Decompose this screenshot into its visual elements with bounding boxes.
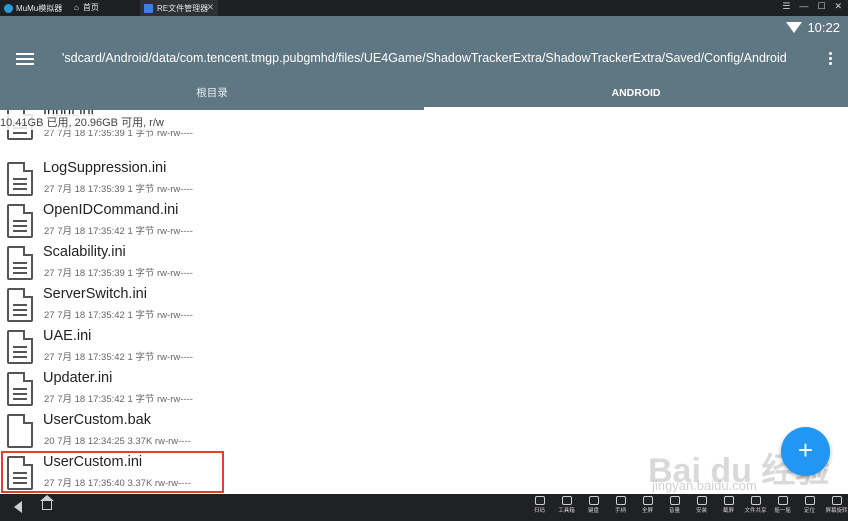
emulator-app-tab[interactable]: RE文件管理器 ✕ [140,0,218,16]
file-meta: 27 7月 18 17:35:42 1 字节 rw-rw---- [44,394,193,405]
toolbox-icon [561,496,572,505]
file-meta: 27 7月 18 17:35:42 1 字节 rw-rw---- [44,310,193,321]
file-name: LogSuppression.ini [43,160,167,176]
text-file-icon [7,288,33,322]
mumu-logo-icon [4,4,13,13]
baidu-watermark-url: jingyan.baidu.com [652,478,757,493]
app-bar: 'sdcard/Android/data/com.tencent.tmgp.pu… [0,38,848,80]
emulator-menu-icon[interactable]: ☰ [782,1,790,12]
volume-icon [669,496,680,505]
screenshot-icon [723,496,734,505]
file-name: UserCustom.bak [43,412,151,428]
emulator-toolbar: 扫码 工具箱 键盘 手柄 全屏 音量 安装 截屏 文件共享 摇一摇 定位 屏幕旋… [526,496,848,514]
file-name: OpenIDCommand.ini [43,202,179,218]
shake-icon [777,496,788,505]
tab-root[interactable]: 根目录 [0,80,424,110]
android-status-bar: 10:22 [0,16,848,38]
file-name: UAE.ini [43,328,92,344]
keyboard-icon [588,496,599,505]
hamburger-menu-icon[interactable] [16,53,34,65]
tool-volume[interactable]: 音量 [661,496,688,514]
file-meta: 27 7月 18 17:35:39 1 字节 rw-rw---- [44,184,193,195]
status-time: 10:22 [807,20,840,35]
file-name: Scalability.ini [43,244,126,260]
emulator-home-tab[interactable]: ⌂ 首页 [74,2,99,13]
list-item[interactable]: OpenIDCommand.ini 27 7月 18 17:35:42 1 字节… [0,200,848,242]
storage-info: 10.41GB 已用, 20.96GB 可用, r/w [0,114,166,130]
tool-gamepad[interactable]: 手柄 [607,496,634,514]
tool-keyboard[interactable]: 键盘 [580,496,607,514]
tool-file-share[interactable]: 文件共享 [742,496,769,514]
emulator-brand-label: MuMu模拟器 [16,4,63,13]
re-file-manager-icon [144,3,153,13]
list-item[interactable]: Updater.ini 27 7月 18 17:35:42 1 字节 rw-rw… [0,368,848,410]
home-tab-label: 首页 [82,3,99,12]
list-item[interactable]: Scalability.ini 27 7月 18 17:35:39 1 字节 r… [0,242,848,284]
list-item[interactable]: LogSuppression.ini 27 7月 18 17:35:39 1 字… [0,158,848,200]
tool-rotate[interactable]: 屏幕旋转 [823,496,848,514]
scan-icon [534,496,545,505]
tool-fullscreen[interactable]: 全屏 [634,496,661,514]
file-meta: 27 7月 18 17:35:39 1 字节 rw-rw---- [44,268,193,279]
fullscreen-icon [642,496,653,505]
home-nav-icon[interactable] [40,495,54,510]
tool-toolbox[interactable]: 工具箱 [553,496,580,514]
file-name: ServerSwitch.ini [43,286,147,302]
location-tabs: 根目录 ANDROID [0,80,848,110]
list-item[interactable]: ServerSwitch.ini 27 7月 18 17:35:42 1 字节 … [0,284,848,326]
text-file-icon [7,162,33,196]
file-list: Input.ini 27 7月 18 17:35:39 1 字节 rw-rw--… [0,110,848,494]
home-icon: ⌂ [74,3,79,12]
emulator-brand: MuMu模拟器 [4,3,62,14]
blank-file-icon [7,414,33,448]
text-file-icon [7,204,33,238]
tool-location[interactable]: 定位 [796,496,823,514]
tool-install[interactable]: 安装 [688,496,715,514]
rotate-screen-icon [831,496,842,505]
gamepad-icon [615,496,626,505]
tool-shake[interactable]: 摇一摇 [769,496,796,514]
highlight-box [1,451,224,493]
file-meta: 27 7月 18 17:35:42 1 字节 rw-rw---- [44,226,193,237]
tool-screenshot[interactable]: 截屏 [715,496,742,514]
tab-android[interactable]: ANDROID [424,80,848,110]
file-name: Updater.ini [43,370,113,386]
apk-install-icon [696,496,707,505]
maximize-icon[interactable]: ☐ [817,1,825,12]
back-icon[interactable] [14,501,22,513]
close-tab-icon[interactable]: ✕ [206,2,214,13]
text-file-icon [7,330,33,364]
window-controls: ☰ — ☐ ✕ [782,1,842,12]
list-item[interactable]: UAE.ini 27 7月 18 17:35:42 1 字节 rw-rw---- [0,326,848,368]
minimize-icon[interactable]: — [799,1,808,12]
emulator-bottom-bar: 扫码 工具箱 键盘 手柄 全屏 音量 安装 截屏 文件共享 摇一摇 定位 屏幕旋… [0,494,848,521]
wifi-icon [786,22,802,33]
current-path: 'sdcard/Android/data/com.tencent.tmgp.pu… [62,51,787,65]
close-window-icon[interactable]: ✕ [834,1,842,12]
add-fab-button[interactable]: + [781,427,830,476]
tool-scan[interactable]: 扫码 [526,496,553,514]
emulator-title-bar: MuMu模拟器 ⌂ 首页 RE文件管理器 ✕ ☰ — ☐ ✕ [0,0,848,16]
file-meta: 20 7月 18 12:34:25 3.37K rw-rw---- [44,436,191,447]
app-tab-label: RE文件管理器 [157,3,209,13]
more-options-icon[interactable] [829,52,832,65]
file-meta: 27 7月 18 17:35:42 1 字节 rw-rw---- [44,352,193,363]
text-file-icon [7,246,33,280]
location-icon [804,496,815,505]
text-file-icon [7,372,33,406]
folder-icon [750,496,761,505]
